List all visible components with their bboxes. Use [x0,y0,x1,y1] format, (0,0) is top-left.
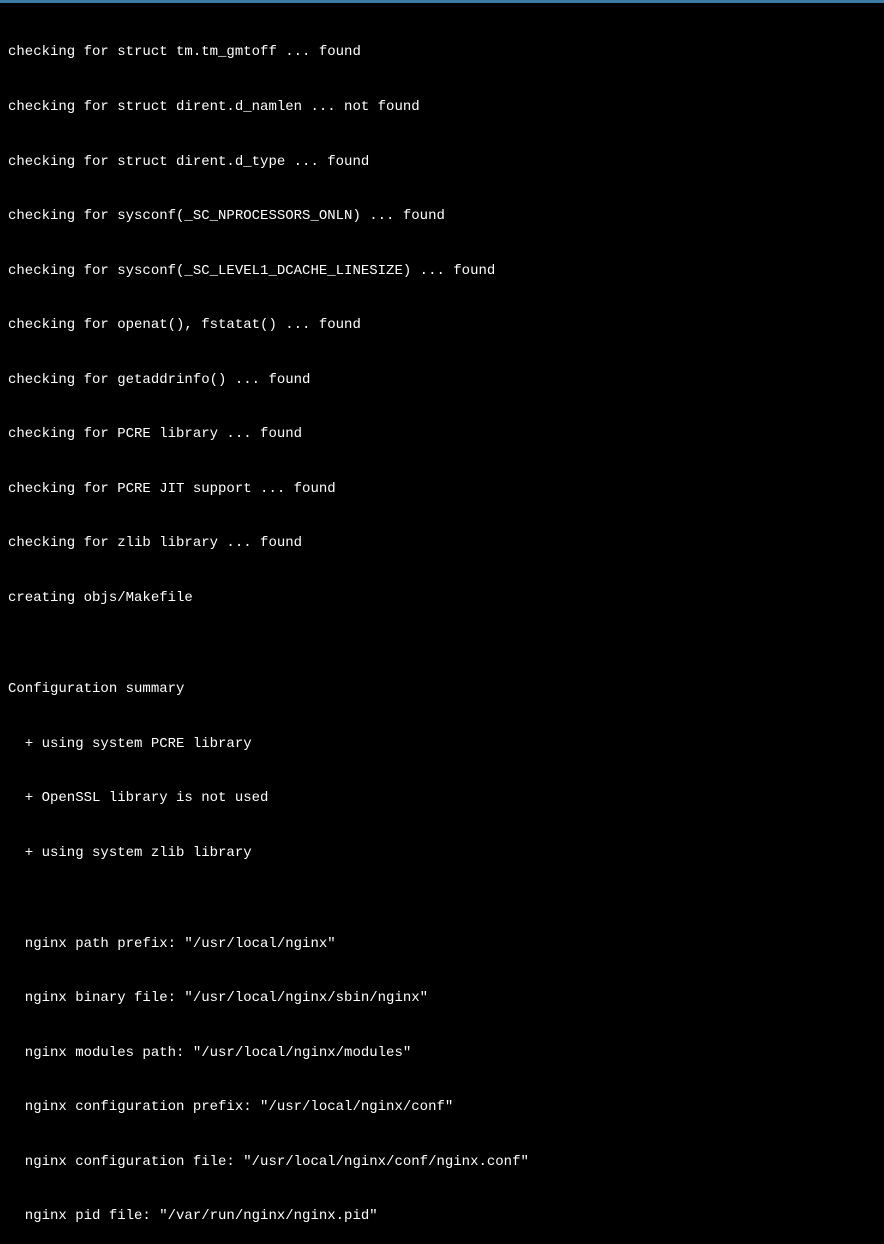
output-line: nginx path prefix: "/usr/local/nginx" [8,935,876,953]
output-line: checking for struct dirent.d_type ... fo… [8,153,876,171]
output-line: nginx pid file: "/var/run/nginx/nginx.pi… [8,1207,876,1225]
output-line: creating objs/Makefile [8,589,876,607]
output-line: checking for struct dirent.d_namlen ... … [8,98,876,116]
output-line: nginx configuration prefix: "/usr/local/… [8,1098,876,1116]
output-line: + using system zlib library [8,844,876,862]
output-line: checking for struct tm.tm_gmtoff ... fou… [8,43,876,61]
output-line: nginx configuration file: "/usr/local/ng… [8,1153,876,1171]
output-line: checking for PCRE JIT support ... found [8,480,876,498]
output-line: Configuration summary [8,680,876,698]
output-line: checking for sysconf(_SC_NPROCESSORS_ONL… [8,207,876,225]
output-line: checking for sysconf(_SC_LEVEL1_DCACHE_L… [8,262,876,280]
output-line: + using system PCRE library [8,735,876,753]
output-line: checking for openat(), fstatat() ... fou… [8,316,876,334]
output-line: + OpenSSL library is not used [8,789,876,807]
output-line: nginx modules path: "/usr/local/nginx/mo… [8,1044,876,1062]
output-line: checking for getaddrinfo() ... found [8,371,876,389]
output-line: nginx binary file: "/usr/local/nginx/sbi… [8,989,876,1007]
output-line: checking for zlib library ... found [8,534,876,552]
terminal-output[interactable]: checking for struct tm.tm_gmtoff ... fou… [0,3,884,1244]
output-line: checking for PCRE library ... found [8,425,876,443]
